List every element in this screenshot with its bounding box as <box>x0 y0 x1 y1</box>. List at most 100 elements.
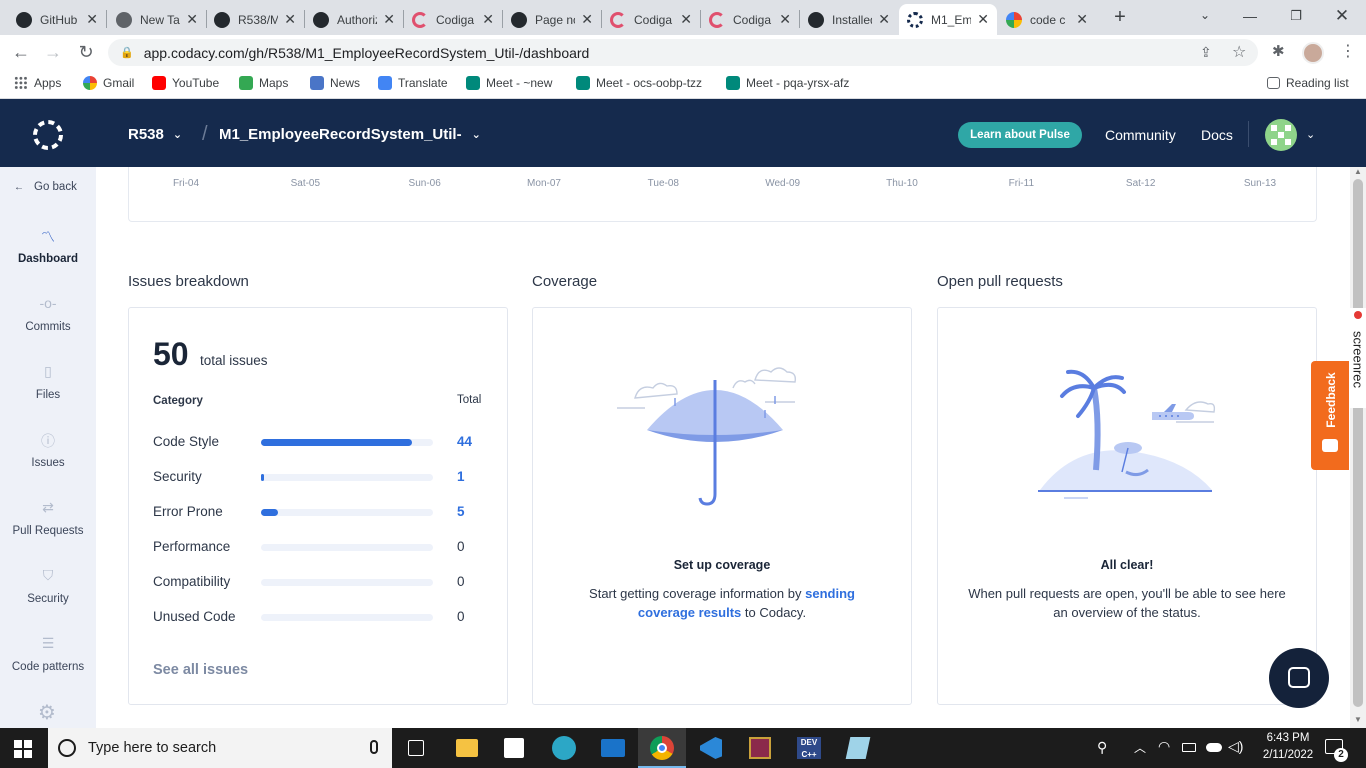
sidebar-item-security[interactable]: ⛉ Security <box>0 567 96 605</box>
scrollbar-thumb[interactable] <box>1353 179 1363 707</box>
sidebar-item-issues[interactable]: ⓘ Issues <box>0 431 96 469</box>
wifi-icon[interactable]: ◠ <box>1158 738 1170 755</box>
close-icon[interactable]: ✕ <box>284 11 296 28</box>
tab-4[interactable]: Authorize ✕ <box>305 4 403 35</box>
tab-2[interactable]: New Tab ✕ <box>108 4 206 35</box>
taskbar-search-box[interactable]: Type here to search <box>48 728 392 768</box>
issue-category-count[interactable]: 44 <box>457 434 472 449</box>
bookmark-news[interactable]: News <box>310 76 360 90</box>
taskbar-time[interactable]: 6:43 PM <box>1258 732 1318 744</box>
tab-11[interactable]: code c ✕ <box>998 4 1096 35</box>
page-scrollbar[interactable]: ▲ ▼ <box>1350 167 1366 728</box>
go-back-link[interactable]: ← Go back <box>14 181 77 193</box>
close-icon[interactable]: ✕ <box>86 11 98 28</box>
see-all-issues-link[interactable]: See all issues <box>153 662 248 678</box>
bookmark-translate[interactable]: Translate <box>378 76 448 90</box>
chevron-down-icon[interactable]: ⌄ <box>1306 128 1315 141</box>
bookmark-meet-new[interactable]: Meet - ~new <box>466 76 552 90</box>
tab-6[interactable]: Page not ✕ <box>503 4 601 35</box>
bookmark-gmail[interactable]: Gmail <box>83 76 134 90</box>
org-selector[interactable]: R538 ⌄ <box>128 126 182 143</box>
windows-start-icon[interactable] <box>14 740 32 758</box>
meet-icon <box>726 76 740 90</box>
microphone-icon[interactable] <box>370 740 378 754</box>
sidebar-item-commits[interactable]: -o- Commits <box>0 295 96 333</box>
close-icon[interactable]: ✕ <box>977 11 989 28</box>
tab-title: Codiga <box>436 12 475 27</box>
scroll-up-arrow[interactable]: ▲ <box>1354 167 1362 176</box>
dev-cpp-icon[interactable]: DEV C++ <box>797 737 821 759</box>
issue-category-count[interactable]: 1 <box>457 469 465 484</box>
repo-selector[interactable]: M1_EmployeeRecordSystem_Util- ⌄ <box>219 126 481 143</box>
codacy-logo-icon[interactable] <box>31 118 65 152</box>
browser-menu-icon[interactable]: ⋮ <box>1340 41 1356 61</box>
winrar-icon[interactable] <box>749 737 771 759</box>
activity-chart: 0% Fri-04 Sat-05 Sun-06 Mon-07 Tue-08 Wed-09 T… <box>128 167 1317 222</box>
docs-link[interactable]: Docs <box>1201 127 1233 143</box>
scroll-down-arrow[interactable]: ▼ <box>1354 715 1362 724</box>
close-icon[interactable]: ✕ <box>482 11 494 28</box>
community-link[interactable]: Community <box>1105 127 1176 143</box>
new-tab-button[interactable]: + <box>1110 7 1130 27</box>
close-icon[interactable]: ✕ <box>383 11 395 28</box>
tab-title: Installed <box>832 12 873 27</box>
battery-icon[interactable] <box>1182 743 1196 752</box>
vscode-icon[interactable] <box>700 737 722 759</box>
profile-avatar[interactable] <box>1302 42 1324 64</box>
learn-about-pulse-button[interactable]: Learn about Pulse <box>958 122 1082 148</box>
tab-10[interactable]: M1_Em ✕ <box>899 4 997 35</box>
close-icon[interactable]: ✕ <box>680 11 692 28</box>
extensions-icon[interactable]: ✱ <box>1272 42 1285 60</box>
bookmark-meet-ocs-oobp-tzz[interactable]: Meet - ocs-oobp-tzz <box>576 76 702 90</box>
microsoft-store-icon[interactable] <box>504 738 524 758</box>
close-icon[interactable]: ✕ <box>186 11 198 28</box>
reload-icon[interactable]: ↻ <box>74 40 98 64</box>
close-icon[interactable]: ✕ <box>581 11 593 28</box>
bookmark-apps[interactable]: Apps <box>14 76 61 90</box>
address-bar[interactable]: 🔒 app.codacy.com/gh/R538/M1_EmployeeReco… <box>108 39 1258 66</box>
close-icon[interactable]: ✕ <box>878 11 890 28</box>
forward-arrow-icon[interactable]: → <box>41 40 65 64</box>
tray-chevron-up-icon[interactable]: ︿ <box>1134 739 1146 756</box>
bookmark-youtube[interactable]: YouTube <box>152 76 219 90</box>
minimize-button[interactable]: — <box>1240 8 1260 24</box>
feedback-tab[interactable]: Feedback <box>1311 361 1349 470</box>
reading-list[interactable]: Reading list <box>1267 76 1349 90</box>
issue-category-count[interactable]: 5 <box>457 504 465 519</box>
chrome-taskbar-icon[interactable] <box>638 728 686 768</box>
chat-launcher-button[interactable] <box>1269 648 1329 708</box>
gear-icon[interactable]: ⚙ <box>38 700 56 725</box>
sidebar-item-files[interactable]: ▯ Files <box>0 363 96 401</box>
people-icon[interactable]: ⚲ <box>1097 739 1107 756</box>
tab-3[interactable]: R538/M ✕ <box>206 4 304 35</box>
bookmark-meet-pqa-yrsx-afz[interactable]: Meet - pqa-yrsx-afz <box>726 76 849 90</box>
close-icon[interactable]: ✕ <box>779 11 791 28</box>
tab-8[interactable]: Codiga ✕ <box>701 4 799 35</box>
taskbar-date[interactable]: 2/11/2022 <box>1254 749 1322 761</box>
onedrive-icon[interactable] <box>1206 743 1222 752</box>
edge-icon[interactable] <box>552 736 576 760</box>
screenrec-widget[interactable]: screenrec <box>1350 308 1366 408</box>
file-explorer-icon[interactable] <box>456 739 478 757</box>
tab-1[interactable]: GitHub ✕ <box>8 4 106 35</box>
bookmark-star-icon[interactable]: ☆ <box>1232 42 1246 62</box>
back-arrow-icon[interactable]: ← <box>9 40 33 64</box>
share-icon[interactable]: ⇪ <box>1200 44 1212 61</box>
tab-9[interactable]: Installed ✕ <box>800 4 898 35</box>
close-window-button[interactable]: ✕ <box>1332 6 1352 25</box>
user-avatar[interactable] <box>1265 119 1297 151</box>
maximize-button[interactable]: ❐ <box>1286 8 1306 24</box>
tab-5[interactable]: Codiga ✕ <box>404 4 502 35</box>
tab-search-icon[interactable]: ⌄ <box>1197 8 1213 24</box>
task-view-icon[interactable] <box>408 740 424 756</box>
mail-icon[interactable] <box>601 739 625 757</box>
volume-icon[interactable]: ◁) <box>1228 738 1243 755</box>
tab-7[interactable]: Codiga ✕ <box>602 4 700 35</box>
sidebar-item-pull-requests[interactable]: ⇄ Pull Requests <box>0 499 96 537</box>
bookmark-maps[interactable]: Maps <box>239 76 288 90</box>
sidebar-item-code-patterns[interactable]: ☰ Code patterns <box>0 635 96 673</box>
close-icon[interactable]: ✕ <box>1076 11 1088 28</box>
tab-title: Authorize <box>337 12 377 27</box>
sidebar-item-dashboard[interactable]: 〽 Dashboard <box>0 227 96 265</box>
notepad-app-icon[interactable] <box>845 737 871 759</box>
